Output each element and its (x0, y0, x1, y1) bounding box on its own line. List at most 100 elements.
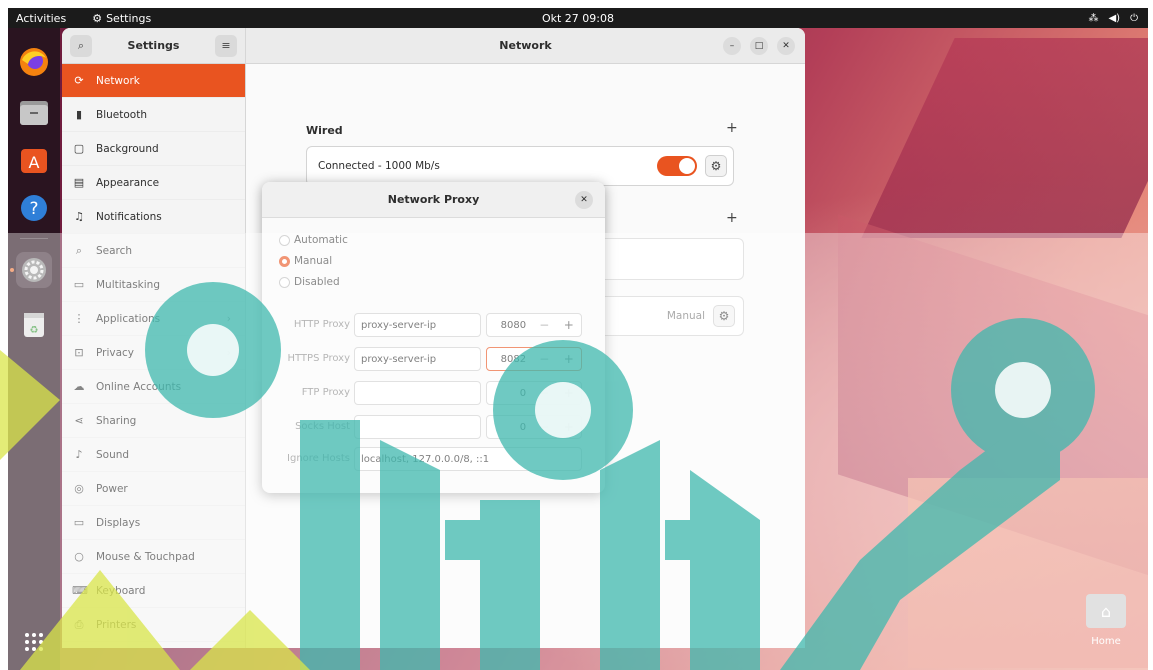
wallpaper-shape (861, 38, 1148, 238)
sidebar-item-label: Printers (96, 618, 137, 631)
mode-manual-radio[interactable]: Manual (279, 255, 332, 267)
decrement-button[interactable]: − (532, 318, 556, 332)
wired-toggle[interactable] (657, 156, 697, 176)
increment-button[interactable]: + (557, 420, 581, 434)
port-value: 0 (519, 387, 527, 399)
sidebar-item-applications[interactable]: ⋮ Applications › (62, 302, 245, 336)
https-proxy-port-stepper[interactable]: 8082 − + (486, 347, 582, 371)
proxy-settings-button[interactable]: ⚙ (713, 305, 735, 327)
decrement-button[interactable]: − (532, 352, 556, 366)
sidebar-item-appearance[interactable]: ▤ Appearance (62, 166, 245, 200)
add-wired-button[interactable]: + (726, 120, 738, 136)
app-menu[interactable]: ⚙ Settings (92, 12, 151, 25)
firefox-icon[interactable] (16, 44, 52, 80)
activities-button[interactable]: Activities (16, 12, 66, 25)
socks-host-label: Socks Host (295, 421, 350, 432)
grid-icon[interactable] (16, 624, 52, 660)
settings-icon[interactable] (16, 252, 52, 288)
increment-button[interactable]: + (557, 318, 581, 332)
increment-button[interactable]: + (557, 386, 581, 400)
software-icon[interactable]: A (16, 142, 52, 178)
ftp-proxy-host-input[interactable] (354, 381, 481, 405)
add-vpn-button[interactable]: + (726, 210, 738, 226)
decrement-button[interactable]: − (532, 386, 556, 400)
wired-status: Connected - 1000 Mb/s (318, 160, 440, 172)
sidebar-item-label: Notifications (96, 210, 162, 223)
radio-label: Disabled (294, 276, 340, 288)
socks-port-stepper[interactable]: 0 − + (486, 415, 582, 439)
sidebar: ⟳ Network ▮ Bluetooth ▢ Background ▤ Appeara… (62, 64, 246, 648)
system-tray[interactable]: ⁂ ◀) ⏻ (1088, 13, 1138, 24)
sidebar-item-label: Multitasking (96, 278, 161, 291)
sidebar-item-network[interactable]: ⟳ Network (62, 64, 245, 98)
port-value: 8080 (500, 319, 527, 331)
sidebar-item-label: Displays (96, 516, 141, 529)
sidebar-item-label: Bluetooth (96, 108, 147, 121)
sidebar-item-keyboard[interactable]: ⌨ Keyboard (62, 574, 245, 608)
http-proxy-host-input[interactable]: proxy-server-ip (354, 313, 481, 337)
sidebar-item-printers[interactable]: ⎙ Printers (62, 608, 245, 642)
page-title: Network (499, 39, 552, 52)
files-icon[interactable] (16, 94, 52, 130)
sidebar-item-search[interactable]: ⌕ Search (62, 234, 245, 268)
chevron-right-icon: › (226, 346, 231, 359)
port-value: 0 (519, 421, 527, 433)
close-button[interactable]: ✕ (777, 37, 795, 55)
ftp-proxy-port-stepper[interactable]: 0 − + (486, 381, 582, 405)
help-icon[interactable]: ? (16, 190, 52, 226)
radio-label: Automatic (294, 234, 348, 246)
ignore-hosts-label: Ignore Hosts (287, 453, 350, 464)
share-icon: ⋖ (74, 414, 84, 427)
sidebar-item-displays[interactable]: ▭ Displays (62, 506, 245, 540)
wired-settings-button[interactable]: ⚙ (705, 155, 727, 177)
bluetooth-icon: ▮ (75, 108, 83, 121)
sidebar-item-label: Sharing (96, 414, 137, 427)
minimize-button[interactable]: – (723, 37, 741, 55)
home-folder-icon[interactable]: ⌂ (1086, 594, 1126, 628)
clock[interactable]: Okt 27 09:08 (8, 12, 1148, 25)
sidebar-item-privacy[interactable]: ⊡ Privacy › (62, 336, 245, 370)
sidebar-item-mouse-touchpad[interactable]: ○ Mouse & Touchpad (62, 540, 245, 574)
http-proxy-port-stepper[interactable]: 8080 − + (486, 313, 582, 337)
mode-disabled-radio[interactable]: Disabled (279, 276, 340, 288)
search-button[interactable]: ⌕ (70, 34, 92, 57)
sidebar-item-notifications[interactable]: ♫ Notifications (62, 200, 245, 234)
network-proxy-dialog: Network Proxy ✕ Automatic Manual Disable… (262, 182, 605, 493)
dock-separator (20, 238, 48, 239)
sidebar-title: Settings (127, 39, 180, 52)
network-icon: ⟳ (74, 74, 84, 87)
dialog-close-button[interactable]: ✕ (575, 191, 593, 209)
sidebar-item-background[interactable]: ▢ Background (62, 132, 245, 166)
dialog-title: Network Proxy (387, 193, 480, 206)
display-icon: ▭ (73, 516, 85, 529)
radio-icon (279, 255, 290, 267)
sidebar-item-sound[interactable]: ♪ Sound (62, 438, 245, 472)
https-proxy-host-input[interactable]: proxy-server-ip (354, 347, 481, 371)
sidebar-item-label: Mouse & Touchpad (96, 550, 195, 563)
menu-button[interactable]: ≡ (215, 34, 237, 57)
sidebar-header: ⌕ Settings ≡ (62, 28, 246, 64)
ignore-hosts-input[interactable]: localhost, 127.0.0.0/8, ::1 (354, 447, 582, 471)
sidebar-item-power[interactable]: ◎ Power (62, 472, 245, 506)
sidebar-item-sharing[interactable]: ⋖ Sharing (62, 404, 245, 438)
search-icon: ⌕ (77, 38, 85, 52)
maximize-button[interactable]: □ (750, 37, 768, 55)
trash-icon[interactable]: ♻ (16, 306, 52, 342)
keyboard-icon: ⌨ (72, 584, 88, 597)
increment-button[interactable]: + (557, 352, 581, 366)
close-icon: ✕ (782, 41, 790, 51)
svg-text:A: A (29, 153, 40, 172)
sidebar-item-online-accounts[interactable]: ☁ Online Accounts (62, 370, 245, 404)
decrement-button[interactable]: − (532, 420, 556, 434)
mouse-icon: ○ (74, 550, 84, 563)
mode-automatic-radio[interactable]: Automatic (279, 234, 348, 246)
power-icon: ◎ (74, 482, 84, 495)
radio-icon (279, 276, 290, 288)
sidebar-item-multitasking[interactable]: ▭ Multitasking (62, 268, 245, 302)
socks-host-input[interactable] (354, 415, 481, 439)
close-icon: ✕ (580, 195, 588, 205)
wired-connection-row: Connected - 1000 Mb/s ⚙ (306, 146, 734, 186)
home-folder-label: Home (1091, 636, 1121, 647)
sidebar-item-bluetooth[interactable]: ▮ Bluetooth (62, 98, 245, 132)
privacy-icon: ⊡ (74, 346, 84, 359)
